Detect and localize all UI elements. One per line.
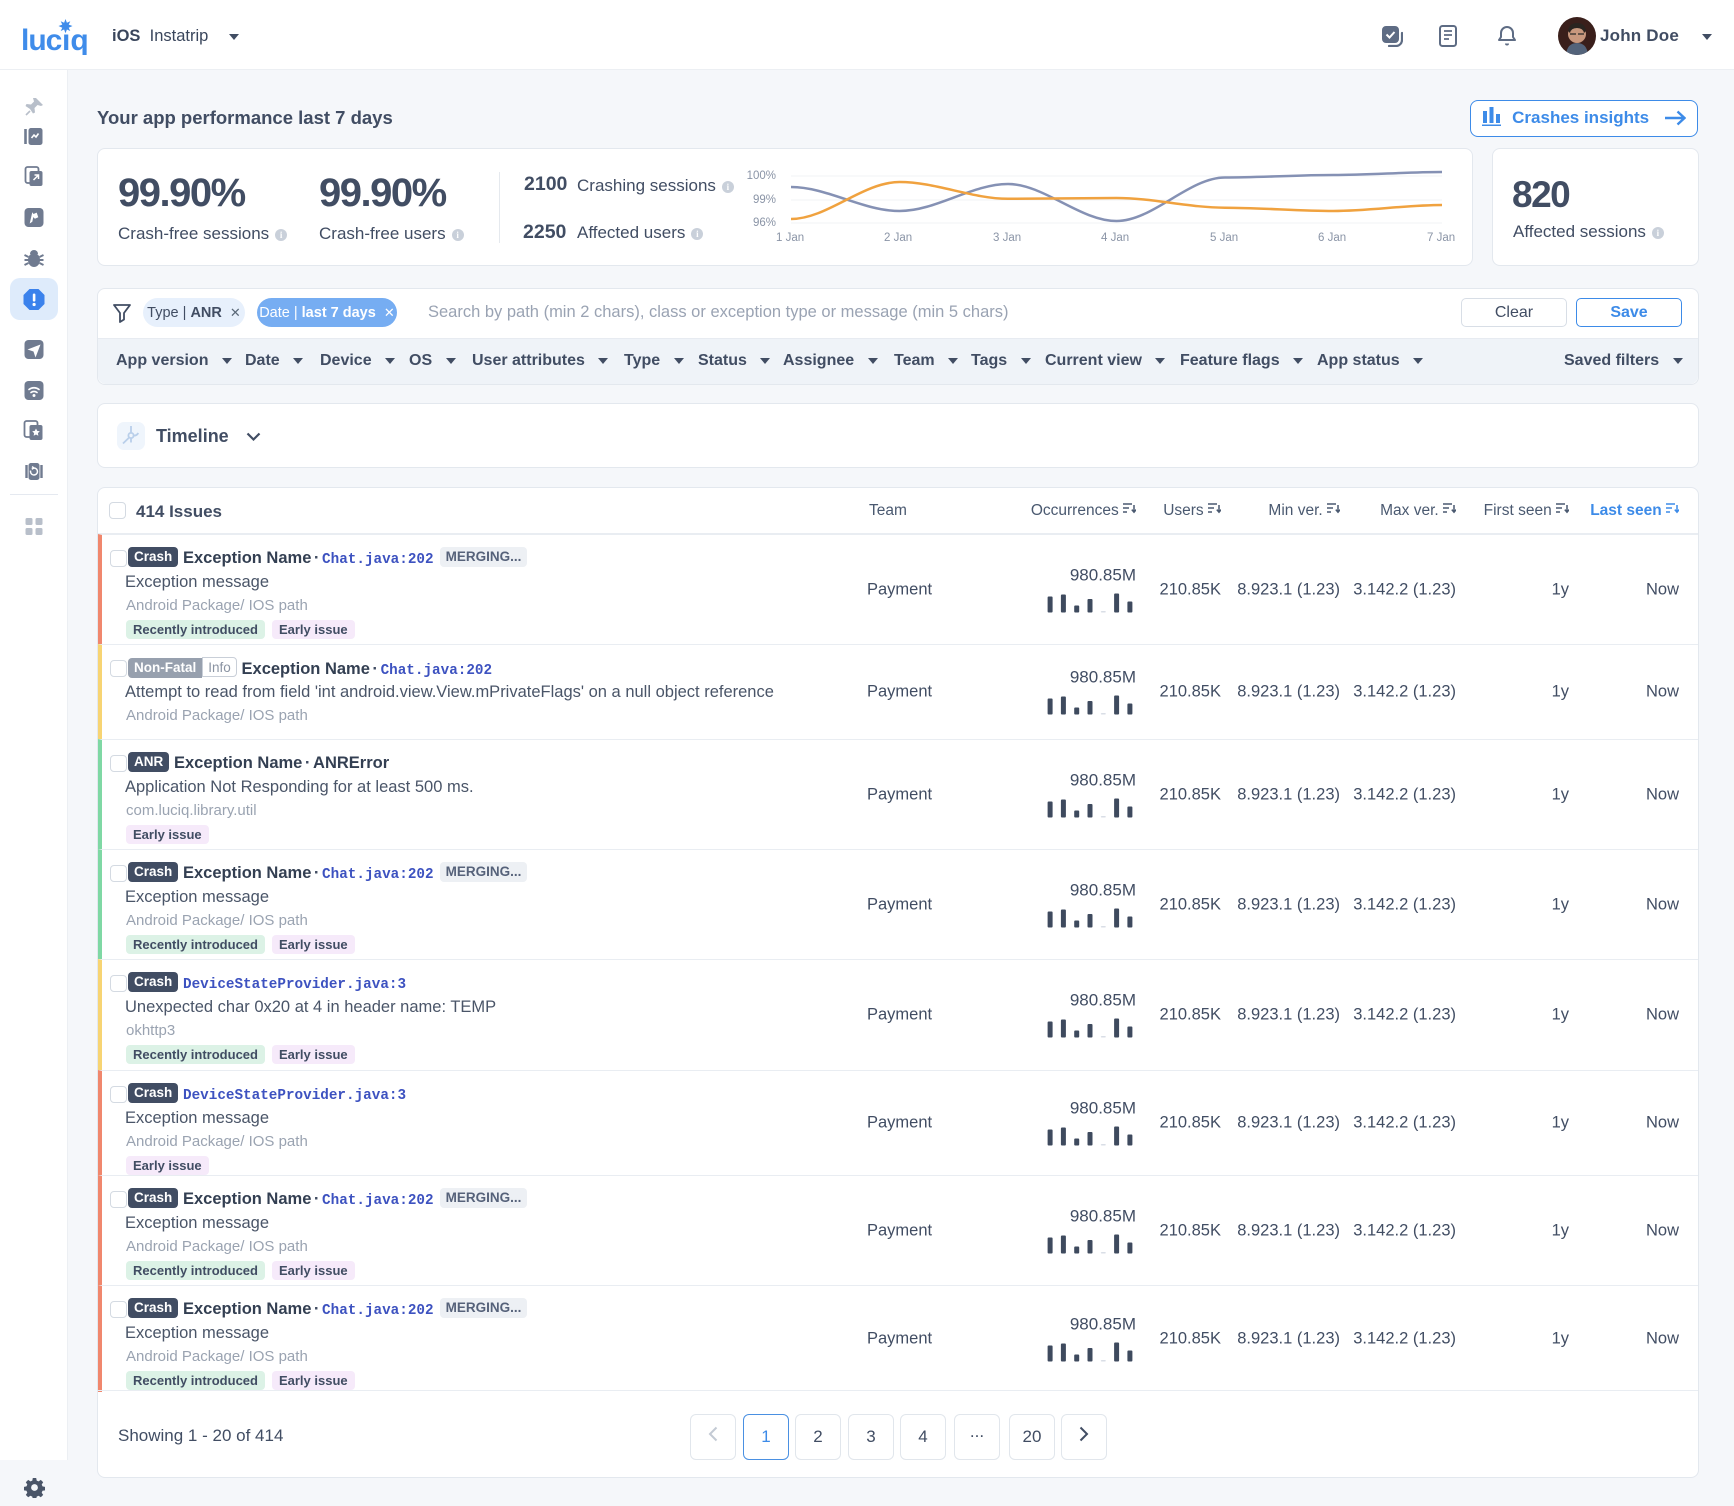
svg-text:luc: luc [21, 24, 62, 55]
